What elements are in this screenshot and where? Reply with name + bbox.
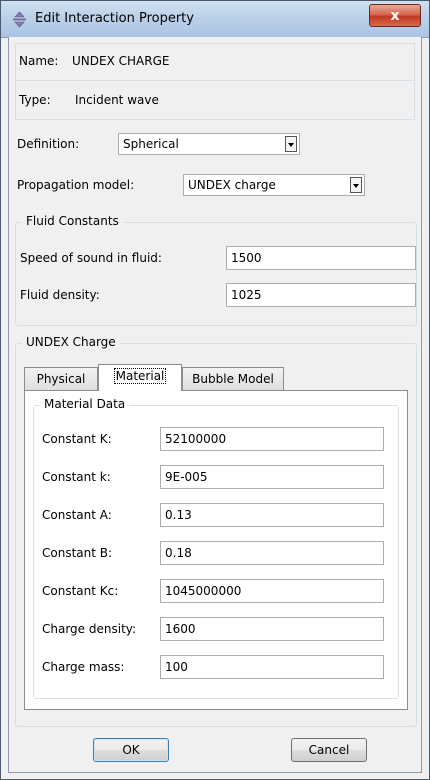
constant-Kc-input[interactable]: 1045000000 (160, 579, 384, 603)
dialog-body: Name: UNDEX CHARGE Type: Incident wave D… (8, 37, 422, 773)
definition-value: Spherical (123, 137, 179, 151)
constant-K-input[interactable]: 52100000 (160, 427, 384, 451)
constant-A-label: Constant A: (42, 508, 112, 522)
charge-mass-label: Charge mass: (42, 660, 125, 674)
charge-density-label: Charge density: (42, 622, 137, 636)
chevron-down-icon[interactable] (285, 136, 297, 152)
tab-material[interactable]: Material (98, 364, 182, 391)
material-data-group: Material Data Constant K: 52100000 Const… (33, 397, 399, 699)
type-label: Type: (19, 93, 51, 107)
header-info: Name: UNDEX CHARGE Type: Incident wave (15, 43, 415, 120)
charge-density-input[interactable]: 1600 (160, 617, 384, 641)
constant-B-label: Constant B: (42, 546, 113, 560)
cancel-button[interactable]: Cancel (291, 738, 367, 762)
constant-A-input[interactable]: 0.13 (160, 503, 384, 527)
fluid-density-input[interactable]: 1025 (226, 283, 416, 307)
definition-label: Definition: (17, 137, 80, 151)
undex-charge-title: UNDEX Charge (22, 335, 120, 349)
name-label: Name: (19, 54, 59, 68)
close-button[interactable]: x (369, 4, 421, 27)
fluid-constants-title: Fluid Constants (22, 214, 123, 228)
cancel-button-label: Cancel (308, 743, 350, 757)
tab-bubble-model[interactable]: Bubble Model (182, 367, 284, 391)
close-icon: x (390, 7, 400, 24)
ok-button[interactable]: OK (93, 738, 169, 762)
undex-charge-group: UNDEX Charge Physical Material Bubble Mo… (15, 335, 417, 727)
title-bar[interactable]: Edit Interaction Property x (1, 1, 429, 38)
constant-k-label: Constant k: (42, 470, 111, 484)
type-value: Incident wave (75, 93, 159, 107)
propagation-select[interactable]: UNDEX charge (183, 174, 365, 196)
tab-bubble-model-label: Bubble Model (192, 372, 274, 386)
chevron-down-icon[interactable] (350, 177, 362, 193)
definition-select[interactable]: Spherical (118, 133, 300, 155)
constant-K-label: Constant K: (42, 432, 112, 446)
material-data-title: Material Data (40, 397, 130, 411)
fluid-constants-group: Fluid Constants Speed of sound in fluid:… (15, 214, 417, 326)
tab-physical-label: Physical (36, 372, 86, 386)
constant-B-input[interactable]: 0.18 (160, 541, 384, 565)
tab-physical[interactable]: Physical (24, 367, 98, 391)
material-tab-panel: Material Data Constant K: 52100000 Const… (24, 390, 408, 710)
dialog-window: Edit Interaction Property x Name: UNDEX … (0, 0, 430, 780)
header-divider (16, 80, 414, 81)
propagation-value: UNDEX charge (188, 178, 276, 192)
fluid-density-label: Fluid density: (20, 288, 100, 302)
tab-material-label: Material (113, 368, 167, 384)
window-title: Edit Interaction Property (35, 11, 194, 26)
move-arrows-icon (13, 11, 26, 28)
charge-mass-input[interactable]: 100 (160, 655, 384, 679)
speed-of-sound-label: Speed of sound in fluid: (20, 251, 162, 265)
name-value: UNDEX CHARGE (72, 54, 170, 68)
propagation-label: Propagation model: (17, 178, 135, 192)
constant-Kc-label: Constant Kc: (42, 584, 119, 598)
constant-k-input[interactable]: 9E-005 (160, 465, 384, 489)
speed-of-sound-input[interactable]: 1500 (226, 246, 416, 270)
ok-button-label: OK (122, 743, 140, 757)
